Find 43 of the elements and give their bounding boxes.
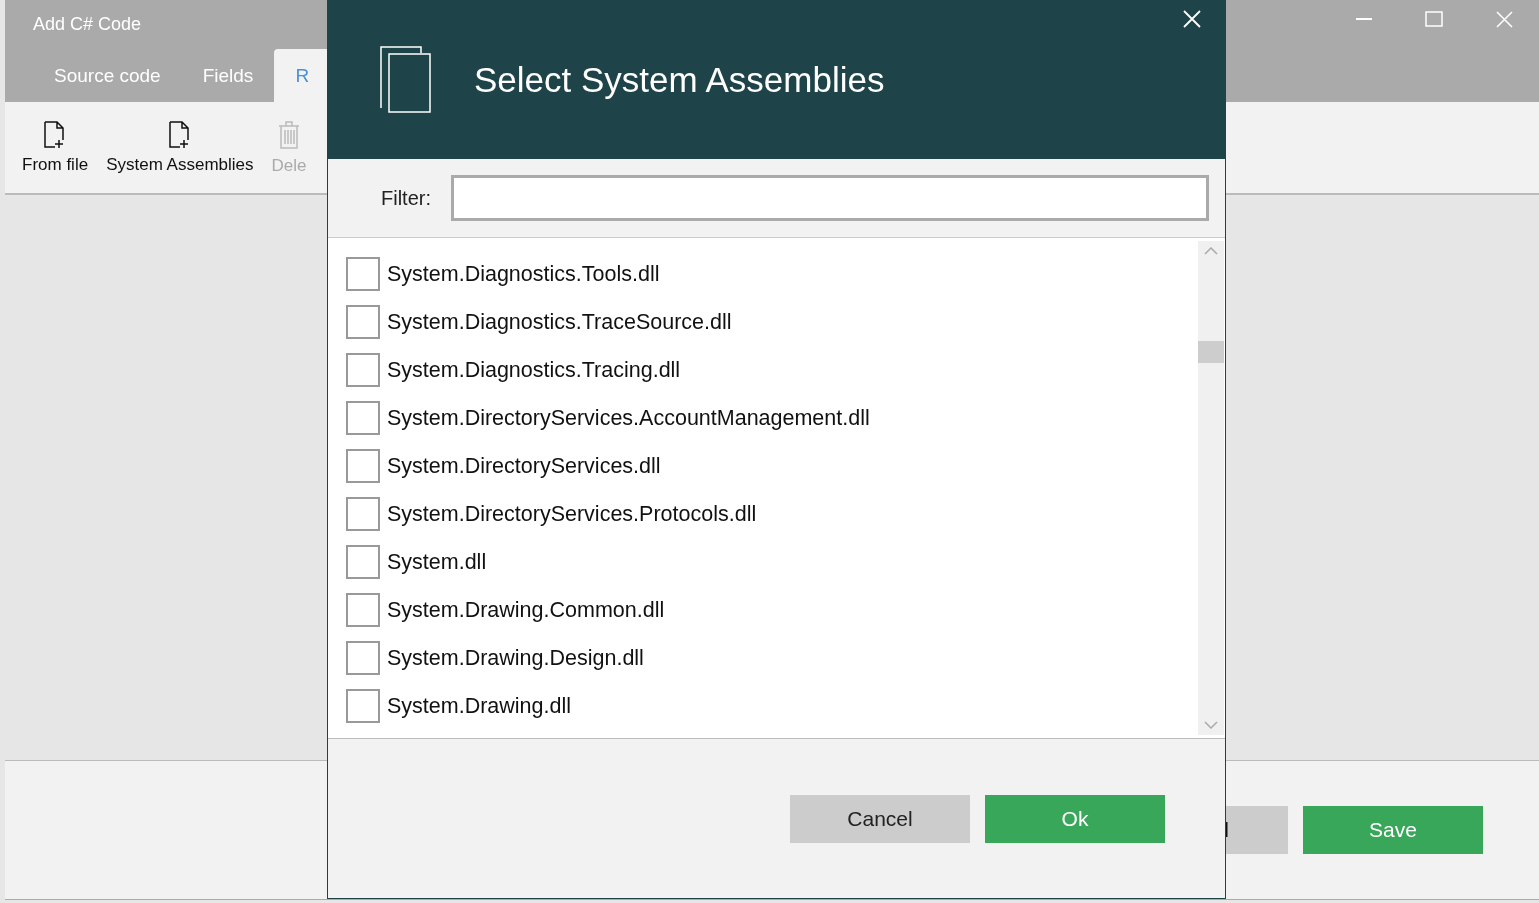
maximize-icon	[1425, 11, 1443, 27]
window-title: Add C# Code	[33, 14, 142, 35]
assembly-name: System.Diagnostics.Tracing.dll	[387, 357, 681, 383]
assembly-name: System.dll	[387, 549, 487, 575]
toolbar-button[interactable]: From file	[15, 120, 96, 175]
checkbox[interactable]	[346, 449, 380, 483]
assembly-name: System.Drawing.Design.dll	[387, 645, 644, 671]
add-file-icon	[168, 120, 191, 149]
filter-label: Filter:	[381, 186, 431, 210]
checkbox[interactable]	[346, 689, 380, 723]
scrollbar[interactable]	[1198, 241, 1224, 735]
checkbox[interactable]	[346, 401, 380, 435]
pages-icon	[380, 45, 432, 114]
tab[interactable]: Fields	[181, 49, 275, 102]
checkbox[interactable]	[346, 545, 380, 579]
assembly-name: System.DirectoryServices.Protocols.dll	[387, 501, 757, 527]
assembly-name: System.Diagnostics.Tools.dll	[387, 261, 660, 287]
trash-icon	[278, 119, 300, 150]
scroll-up-icon	[1204, 247, 1218, 255]
checkbox[interactable]	[346, 305, 380, 339]
filter-field[interactable]	[451, 175, 1209, 221]
checkbox[interactable]	[346, 593, 380, 627]
scrollbar-thumb[interactable]	[1198, 341, 1224, 363]
cancel-button[interactable]: Cancel	[790, 794, 970, 843]
assembly-name: System.DirectoryServices.AccountManagement.dll	[387, 405, 870, 431]
assembly-name: System.Drawing.dll	[387, 693, 571, 719]
add-file-icon	[44, 120, 67, 149]
checkbox[interactable]	[346, 497, 380, 531]
close-icon	[1495, 10, 1513, 28]
tab[interactable]: Source code	[33, 49, 182, 102]
assembly-name: System.DirectoryServices.dll	[387, 453, 661, 479]
close-icon	[1183, 10, 1201, 28]
ok-button[interactable]: Ok	[985, 794, 1165, 843]
scroll-down-icon	[1204, 721, 1218, 729]
assembly-name: System.Diagnostics.TraceSource.dll	[387, 309, 732, 335]
checkbox[interactable]	[346, 257, 380, 291]
toolbar-button[interactable]: System Assemblies	[99, 120, 261, 175]
minimize-icon	[1356, 18, 1372, 20]
save-button[interactable]: Save	[1303, 806, 1483, 854]
assembly-name: System.Drawing.Common.dll	[387, 597, 665, 623]
checkbox[interactable]	[346, 353, 380, 387]
checkbox[interactable]	[346, 641, 380, 675]
dialog-title: Select System Assemblies	[474, 59, 885, 100]
